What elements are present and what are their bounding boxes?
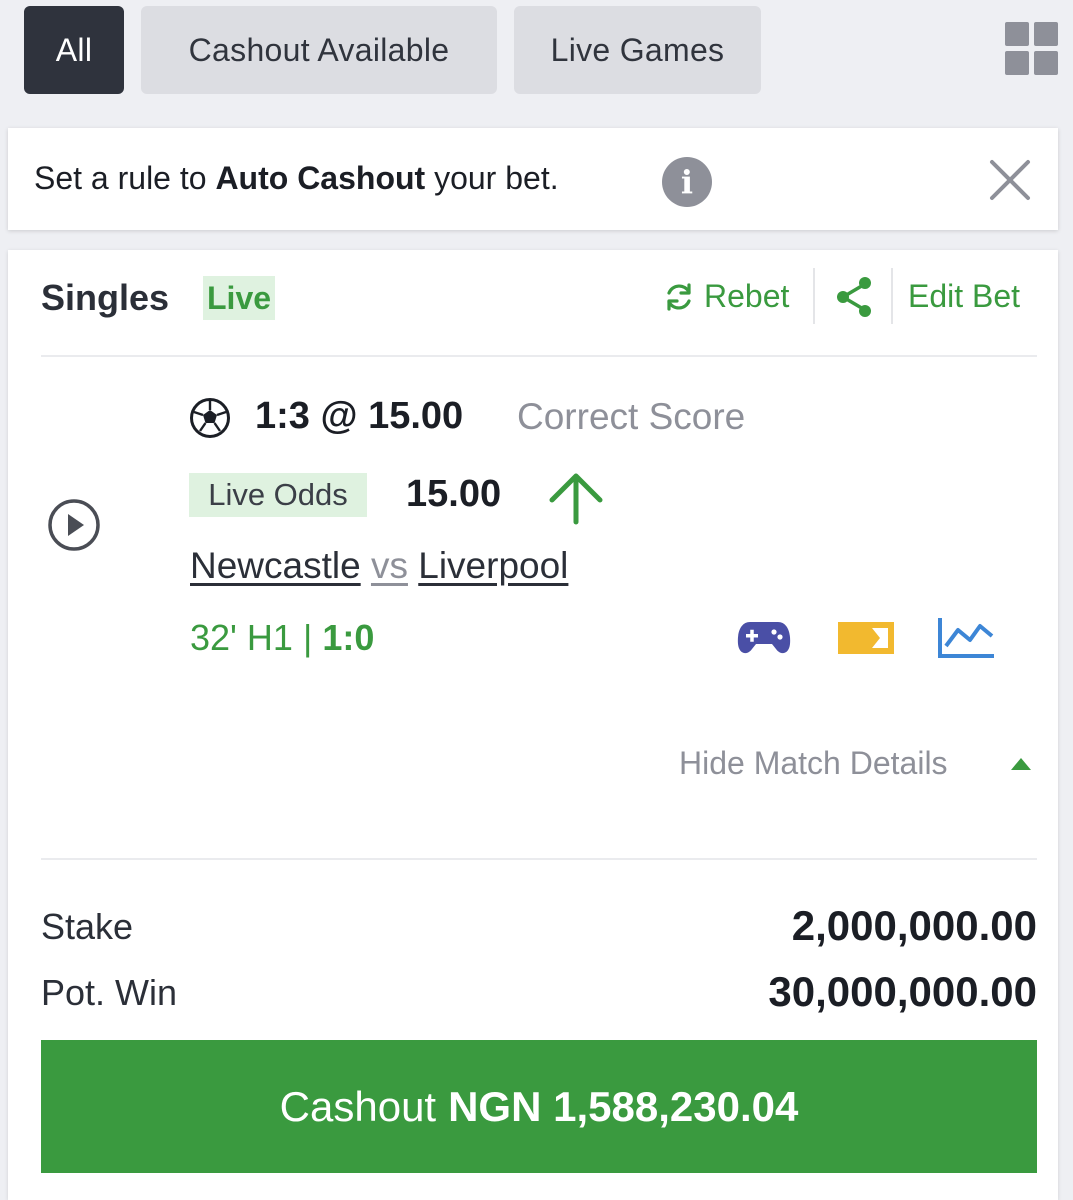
rebet-button[interactable]: Rebet — [662, 278, 789, 315]
cashout-prefix: Cashout — [279, 1082, 437, 1130]
arrow-up-icon — [549, 473, 603, 525]
grid-view-icon[interactable] — [1005, 22, 1061, 78]
cashout-amount: NGN 1,588,230.04 — [448, 1082, 799, 1130]
away-team: Liverpool — [418, 545, 569, 586]
divider — [41, 355, 1037, 357]
auto-cashout-message: Set a rule to Auto Cashout your bet. — [34, 160, 559, 196]
divider — [41, 858, 1037, 860]
match-teams-link[interactable]: Newcastle vs Liverpool — [190, 545, 568, 587]
stake-label: Stake — [41, 906, 134, 947]
match-status: 32' H1 | 1:0 — [190, 617, 374, 659]
bet-type-title: Singles — [41, 277, 170, 318]
gamepad-icon[interactable] — [736, 618, 792, 658]
play-circle-icon[interactable] — [47, 498, 101, 552]
selection-pick: 1:3 @ 15.00 — [255, 395, 464, 437]
versus-label: vs — [370, 545, 408, 586]
info-icon[interactable]: i — [662, 157, 712, 207]
match-score: 1:0 — [322, 617, 375, 658]
line-chart-icon[interactable] — [936, 616, 996, 660]
home-team: Newcastle — [190, 545, 361, 586]
match-clock: 32' H1 | — [190, 617, 313, 658]
potential-win-label: Pot. Win — [41, 972, 178, 1013]
cashout-button[interactable]: Cashout NGN 1,588,230.04 — [41, 1040, 1037, 1173]
hide-match-details-toggle[interactable]: Hide Match Details — [679, 745, 948, 782]
bet-filter-bar: All Cashout Available Live Games — [0, 0, 1073, 112]
live-odds-value: 15.00 — [406, 473, 502, 515]
divider — [813, 268, 815, 324]
live-odds-badge: Live Odds — [189, 473, 367, 517]
potential-win-value: 30,000,000.00 — [768, 968, 1037, 1015]
divider — [891, 268, 893, 324]
filter-all-tab[interactable]: All — [24, 6, 124, 94]
ticket-icon[interactable] — [836, 618, 896, 658]
edit-bet-button[interactable]: Edit Bet — [908, 278, 1020, 315]
stake-value: 2,000,000.00 — [791, 902, 1037, 949]
refresh-icon — [667, 282, 691, 311]
filter-cashout-available-tab[interactable]: Cashout Available — [141, 6, 497, 94]
rebet-label: Rebet — [704, 278, 790, 314]
close-icon[interactable] — [986, 156, 1034, 204]
caret-up-icon[interactable] — [1011, 756, 1031, 770]
market-name: Correct Score — [517, 396, 746, 437]
soccer-ball-icon — [190, 398, 230, 438]
share-icon[interactable] — [832, 274, 876, 320]
filter-live-games-tab[interactable]: Live Games — [514, 6, 761, 94]
live-badge: Live — [203, 276, 276, 320]
